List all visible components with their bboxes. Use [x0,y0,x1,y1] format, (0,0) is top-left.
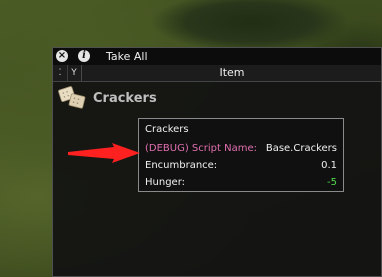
item-name: Crackers [93,91,157,106]
list-item[interactable]: Crackers [53,82,381,116]
sort-icon[interactable]: ⁚ [53,65,68,81]
red-arrow-annotation [68,143,140,163]
tooltip-value: -5 [327,177,337,188]
tooltip-title-row: Crackers [145,121,337,138]
take-all-button[interactable]: Take All [106,49,148,64]
tooltip-row-encumbrance: Encumbrance: 0.1 [145,157,337,174]
tooltip-label: Hunger: [145,177,185,188]
tooltip-row-hunger: Hunger: -5 [145,174,337,191]
item-column-header[interactable]: Item [81,65,382,81]
tooltip-label: Encumbrance: [145,160,218,171]
tooltip-value: 0.1 [321,160,337,171]
window-titlebar: × i Take All [53,48,381,66]
tooltip-row-script-name: (DEBUG) Script Name: Base.Crackers [145,140,337,157]
column-header-bar: ⁚ Y Item [53,65,381,82]
tooltip-title: Crackers [145,124,189,135]
info-icon[interactable]: i [78,50,90,62]
tooltip-value: Base.Crackers [265,143,337,154]
item-tooltip: Crackers (DEBUG) Script Name: Base.Crack… [138,118,344,192]
close-icon[interactable]: × [56,50,68,62]
crackers-icon [58,86,86,109]
tooltip-label: (DEBUG) Script Name: [145,143,257,154]
filter-icon[interactable]: Y [67,65,82,81]
game-scene: × i Take All ⁚ Y Item Crackers Crackers … [0,0,382,277]
